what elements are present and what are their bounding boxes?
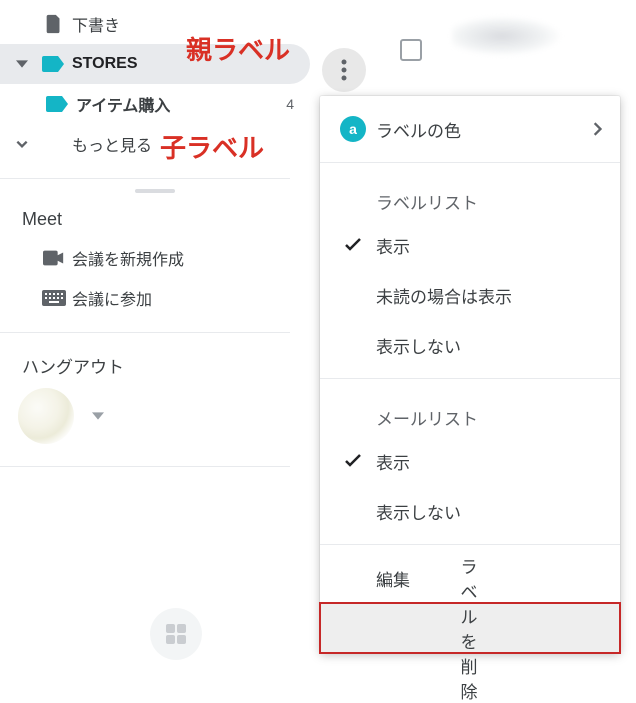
child-count: 4 <box>286 96 298 112</box>
sidebar-item-drafts[interactable]: 下書き <box>0 4 310 44</box>
menu-mail-hide[interactable]: 表示しない <box>320 486 620 536</box>
videocam-icon <box>36 250 72 266</box>
sidebar-item-more[interactable]: もっと見る <box>0 124 310 164</box>
drafts-label: 下書き <box>72 12 298 36</box>
dropdown-caret-icon[interactable] <box>92 410 104 422</box>
menu-delete-label[interactable]: ラベルを削除 <box>320 603 620 653</box>
menu-label-color[interactable]: a ラベルの色 <box>320 104 620 154</box>
meet-section-title: Meet <box>0 201 310 238</box>
check-icon <box>336 454 370 468</box>
menu-mail-show-text: 表示 <box>370 449 602 474</box>
meet-join-label: 会議に参加 <box>72 286 298 310</box>
menu-hide-text: 表示しない <box>370 333 602 358</box>
avatar <box>18 388 74 444</box>
menu-show-text: 表示 <box>370 233 602 258</box>
label-icon <box>36 54 72 74</box>
divider <box>0 332 290 333</box>
label-actions-button[interactable] <box>322 48 366 92</box>
keyboard-icon <box>36 290 72 306</box>
menu-edit-text: 編集 <box>370 566 602 591</box>
check-icon <box>336 238 370 252</box>
resize-grip[interactable] <box>135 189 175 193</box>
menu-mail-show[interactable]: 表示 <box>320 436 620 486</box>
hangouts-chat-icon[interactable] <box>150 608 202 660</box>
menu-separator <box>320 544 620 545</box>
menu-hide[interactable]: 表示しない <box>320 320 620 370</box>
menu-mail-hide-text: 表示しない <box>370 499 602 524</box>
blurred-preview <box>452 16 632 78</box>
meet-join[interactable]: 会議に参加 <box>0 278 310 318</box>
meet-new[interactable]: 会議を新規作成 <box>0 238 310 278</box>
menu-show-if-unread[interactable]: 未読の場合は表示 <box>320 270 620 320</box>
chevron-right-icon <box>592 122 602 136</box>
stores-label: STORES <box>72 55 298 73</box>
chevron-down-icon <box>8 137 36 151</box>
hangout-section-title: ハングアウト <box>0 343 310 384</box>
meet-new-label: 会議を新規作成 <box>72 246 298 270</box>
child-label: アイテム購入 <box>76 92 286 116</box>
menu-show-if-unread-text: 未読の場合は表示 <box>370 283 602 308</box>
divider <box>0 466 290 467</box>
hangout-account-row[interactable] <box>0 384 310 444</box>
menu-section-label-list: ラベルリスト <box>320 171 620 220</box>
menu-section-mail-list: メールリスト <box>320 387 620 436</box>
sidebar: 下書き STORES アイテム購入 4 もっと見る Meet 会議 <box>0 0 310 467</box>
sidebar-item-stores[interactable]: STORES <box>0 44 310 84</box>
drafts-icon <box>36 13 72 35</box>
menu-separator <box>320 162 620 163</box>
menu-show[interactable]: 表示 <box>320 220 620 270</box>
collapse-icon[interactable] <box>8 58 36 70</box>
select-all-checkbox[interactable] <box>400 39 422 61</box>
more-label: もっと見る <box>72 132 298 156</box>
color-badge-icon: a <box>336 116 370 142</box>
menu-label-color-text: ラベルの色 <box>370 117 592 142</box>
divider <box>0 178 290 179</box>
menu-delete-text: ラベルを削除 <box>461 553 478 703</box>
label-context-menu: a ラベルの色 ラベルリスト 表示 未読の場合は表示 表示しない メールリスト … <box>320 96 620 653</box>
sidebar-item-child[interactable]: アイテム購入 4 <box>0 84 310 124</box>
menu-separator <box>320 378 620 379</box>
label-icon <box>40 94 76 114</box>
